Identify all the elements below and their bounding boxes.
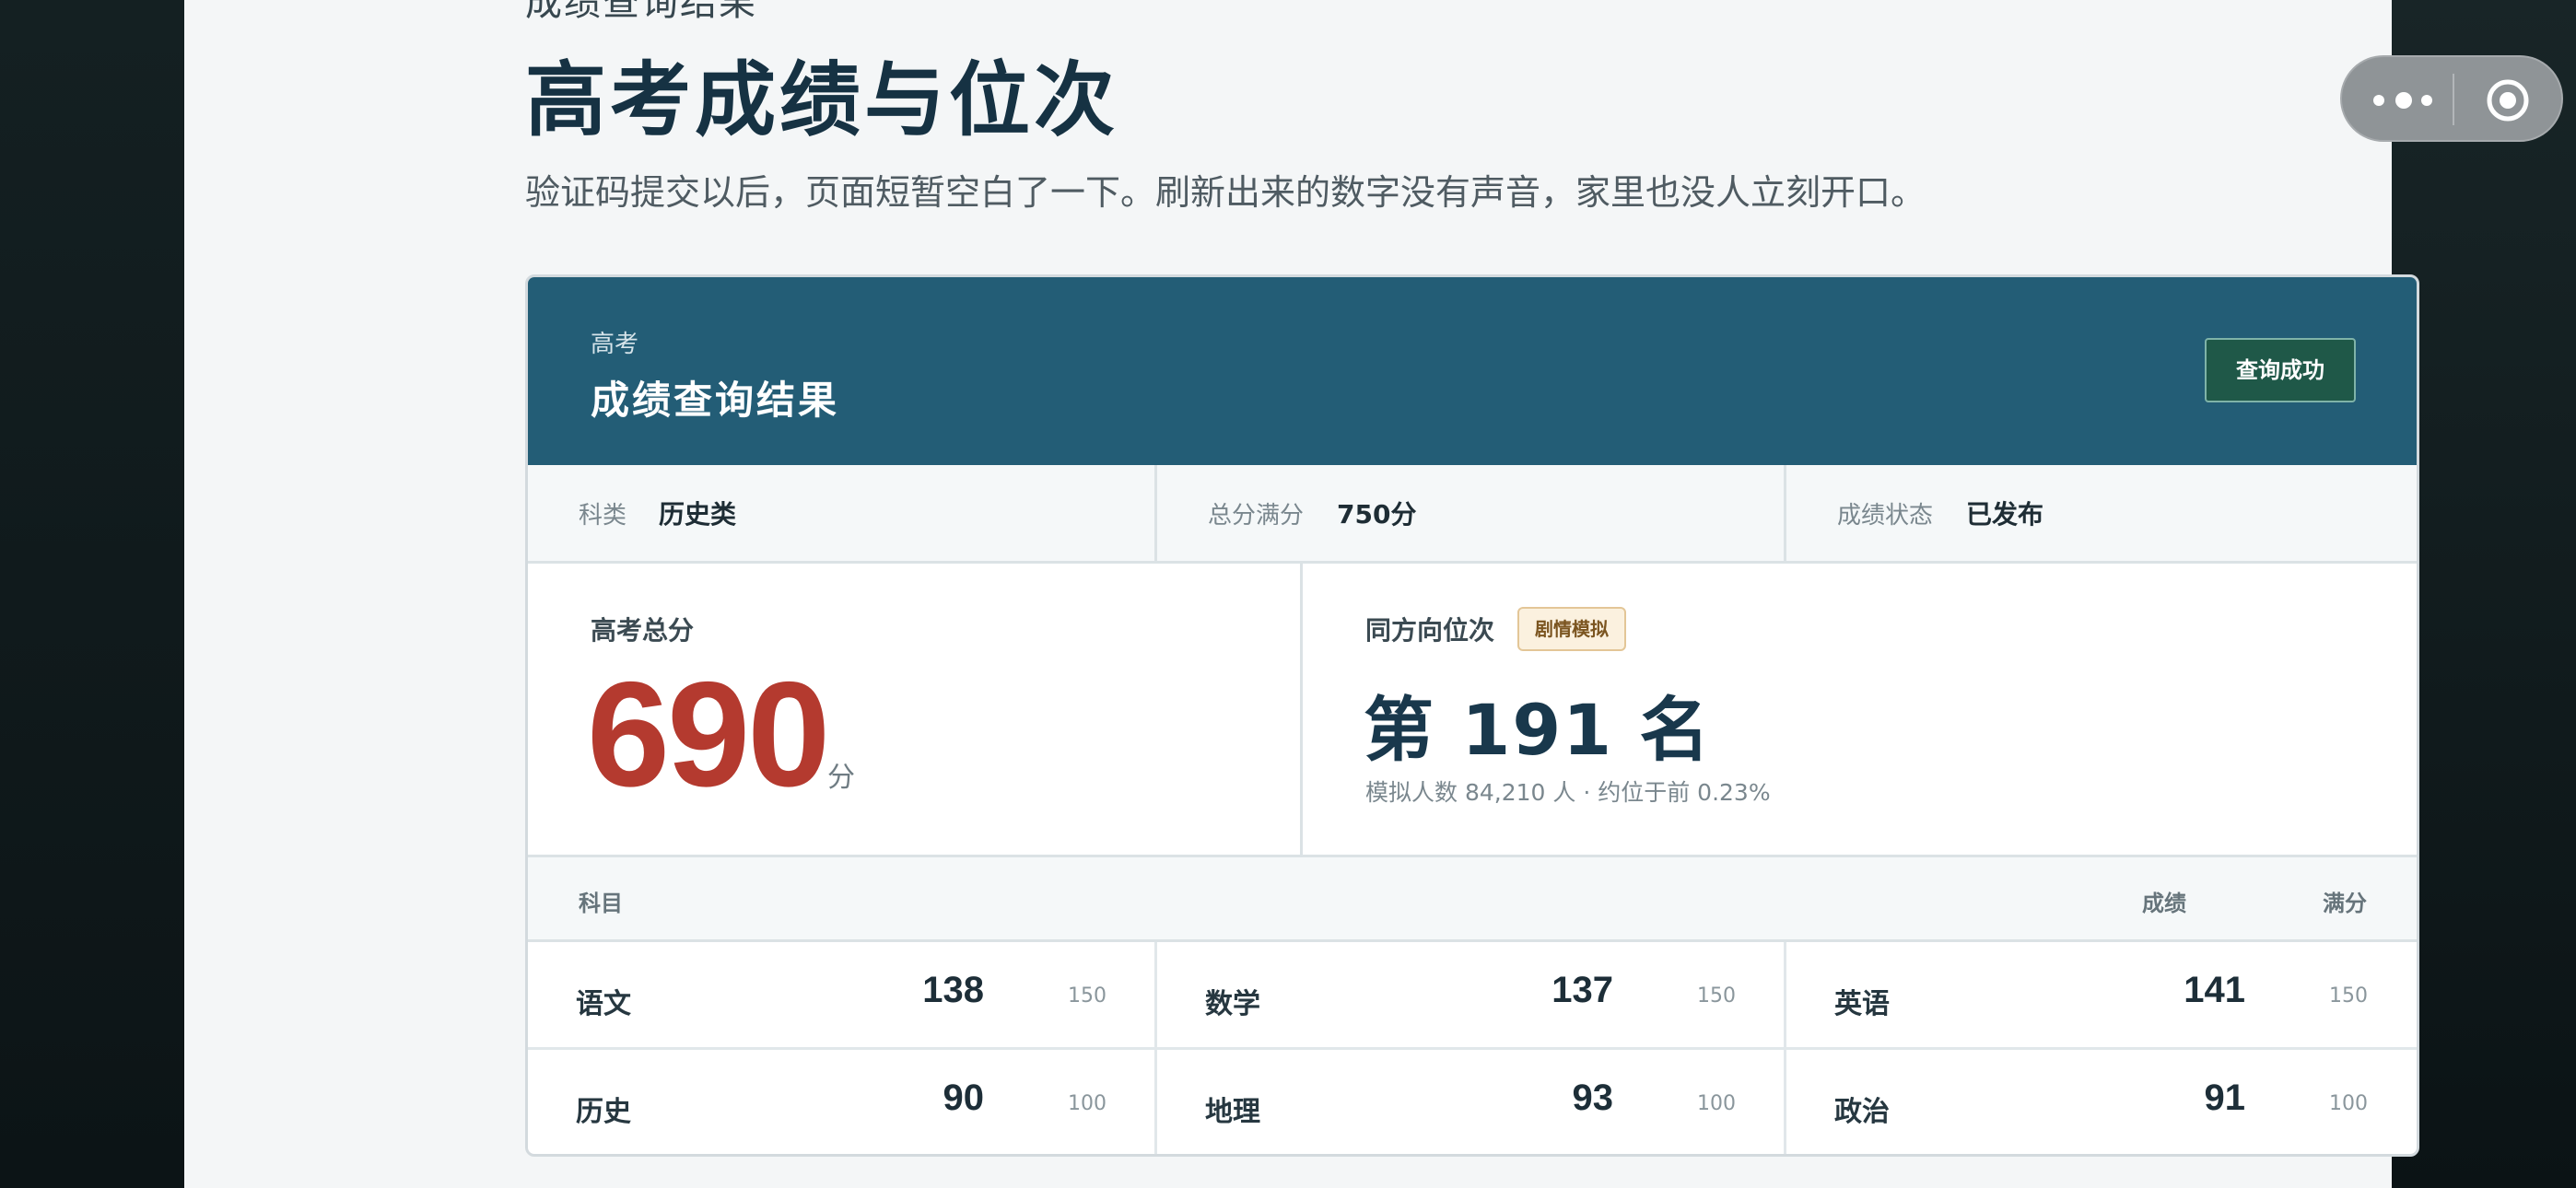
subject-score: 137: [1551, 970, 1613, 1010]
info-status: 成绩状态 已发布: [1786, 465, 2416, 561]
subject-score: 91: [2204, 1077, 2246, 1118]
page-subtitle: 验证码提交以后，页面短暂空白了一下。刷新出来的数字没有声音，家里也没人立刻开口。: [525, 172, 1926, 213]
subject-score: 141: [2184, 970, 2245, 1010]
capsule-divider: [2453, 74, 2454, 125]
subject-name: 政治: [1834, 1096, 1890, 1128]
info-value: 750分: [1337, 499, 1417, 530]
more-dots-icon[interactable]: [2373, 92, 2438, 109]
subject-cell: 历史 90 100: [528, 1050, 1157, 1154]
card-title: 成绩查询结果: [591, 378, 840, 423]
info-value: 已发布: [1966, 499, 2044, 530]
subject-name: 地理: [1205, 1096, 1260, 1128]
subject-name: 语文: [576, 988, 631, 1020]
page: 成绩查询结果 高考成绩与位次 验证码提交以后，页面短暂空白了一下。刷新出来的数字…: [184, 0, 2563, 1188]
background-right: [2392, 0, 2576, 1188]
subject-cell: 数学 137 150: [1157, 942, 1786, 1047]
table-row: 历史 90 100 地理 93 100 政治 91 100: [528, 1050, 2417, 1154]
total-score-label: 高考总分: [591, 615, 695, 646]
total-score-unit: 分: [827, 762, 855, 794]
info-row: 科类 历史类 总分满分 750分 成绩状态 已发布: [528, 465, 2417, 564]
subject-score: 138: [922, 970, 984, 1010]
info-label: 科类: [579, 502, 627, 530]
cut-off-heading: 成绩查询结果: [525, 0, 757, 24]
info-label: 总分满分: [1208, 502, 1305, 530]
card-header: 高考 成绩查询结果 查询成功: [528, 277, 2417, 465]
info-subject-type: 科类 历史类: [528, 465, 1157, 561]
rank-block: 同方向位次 剧情模拟 第 191 名 模拟人数 84,210 人 · 约位于前 …: [1303, 561, 2417, 857]
rank-value: 第 191 名: [1364, 689, 1712, 771]
info-value: 历史类: [659, 499, 737, 530]
subject-name: 数学: [1205, 988, 1260, 1020]
subject-full: 100: [2329, 1092, 2368, 1115]
subject-cell: 语文 138 150: [528, 942, 1157, 1047]
subjects-header: 科目 成绩 满分: [528, 857, 2417, 942]
total-score-block: 高考总分 690 分: [528, 561, 1303, 857]
simulation-tag: 剧情模拟: [1517, 607, 1626, 651]
close-target-icon[interactable]: [2485, 77, 2531, 123]
subject-score: 90: [943, 1077, 985, 1118]
mini-program-capsule: [2340, 55, 2563, 142]
table-row: 语文 138 150 数学 137 150 英语 141 150: [528, 942, 2417, 1050]
rank-note: 模拟人数 84,210 人 · 约位于前 0.23%: [1365, 779, 1771, 806]
rank-label: 同方向位次: [1365, 615, 1495, 646]
subject-score: 93: [1572, 1077, 1614, 1118]
query-success-badge: 查询成功: [2205, 338, 2356, 402]
subject-cell: 英语 141 150: [1786, 942, 2416, 1047]
background-left: [0, 0, 184, 1188]
col-subject: 科目: [579, 891, 623, 916]
exam-type-label: 高考: [591, 331, 639, 358]
subject-full: 150: [2329, 984, 2368, 1007]
subject-full: 150: [1068, 984, 1107, 1007]
subject-name: 历史: [576, 1096, 631, 1128]
subject-name: 英语: [1834, 988, 1890, 1020]
col-full: 满分: [2323, 891, 2367, 916]
subject-cell: 地理 93 100: [1157, 1050, 1786, 1154]
total-score-value: 690: [587, 651, 830, 818]
subject-full: 100: [1068, 1092, 1107, 1115]
col-score: 成绩: [2142, 891, 2186, 916]
page-title: 高考成绩与位次: [525, 52, 1119, 147]
result-card: 高考 成绩查询结果 查询成功 科类 历史类 总分满分 750分 成绩状态 已发布…: [525, 274, 2419, 1157]
subject-full: 100: [1697, 1092, 1736, 1115]
subject-cell: 政治 91 100: [1786, 1050, 2416, 1154]
info-full-score: 总分满分 750分: [1157, 465, 1786, 561]
subject-full: 150: [1697, 984, 1736, 1007]
info-label: 成绩状态: [1837, 502, 1934, 530]
